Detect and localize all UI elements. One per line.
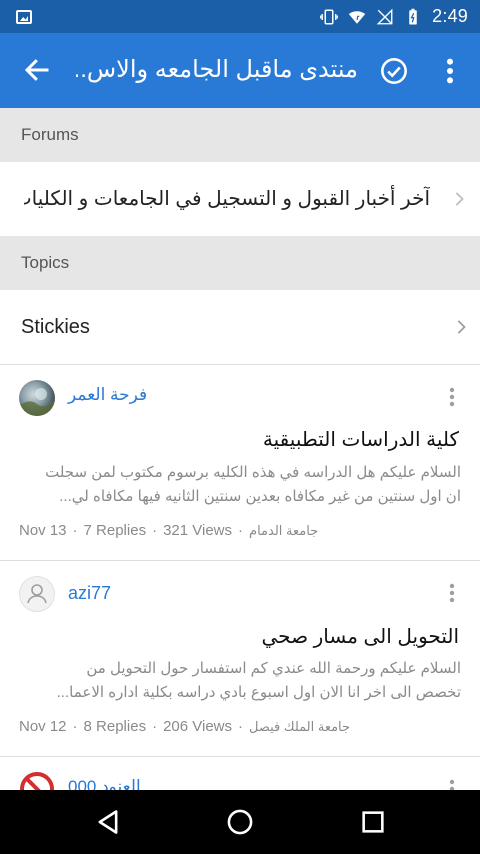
check-circle-icon[interactable] — [380, 57, 408, 85]
topic-forum: جامعة الملك فيصل — [249, 719, 351, 734]
recents-square-icon[interactable] — [359, 808, 387, 836]
more-vert-icon[interactable] — [442, 385, 462, 409]
topic-author[interactable]: فرحة العمر — [68, 385, 147, 405]
topic-excerpt-line: تخصص الى اخر انا الان اول اسبوع بادي درا… — [56, 684, 461, 701]
vibrate-icon — [320, 9, 339, 24]
topic-excerpt: السلام عليكم هل الدراسه في هذه الكليه بر… — [19, 461, 461, 509]
topic-date: Nov 12 — [19, 718, 67, 735]
topic-item[interactable]: العنود 000 — [0, 757, 480, 790]
topics-section-header: Topics — [0, 236, 480, 290]
avatar[interactable] — [19, 380, 55, 416]
topic-meta: Nov 13 · 7 Replies · 321 Views · جامعة الدمام — [19, 522, 319, 539]
topic-meta: Nov 12 · 8 Replies · 206 Views · جامعة الملك ف… — [19, 718, 351, 735]
forum-item[interactable]: آخر أخبار القبول و التسجيل في الجامعات و… — [0, 162, 480, 236]
topic-excerpt-line: السلام عليكم هل الدراسه في هذه الكليه بر… — [45, 464, 461, 481]
topic-views: 206 Views — [163, 718, 233, 735]
status-bar: 2:49 — [0, 0, 480, 33]
image-icon — [16, 10, 32, 24]
avatar-photo — [19, 388, 55, 416]
topic-author[interactable]: azi77 — [68, 583, 111, 604]
topic-author[interactable]: العنود 000 — [68, 777, 141, 790]
stickies-label: Stickies — [21, 316, 90, 338]
battery-icon — [409, 8, 417, 24]
topic-item[interactable]: فرحة العمر كلية الدراسات التطبيقية السلا… — [0, 365, 480, 560]
topic-title: كلية الدراسات التطبيقية — [262, 429, 459, 451]
topic-replies: 7 Replies — [83, 522, 147, 539]
topic-excerpt-line: ان اول سنتين من غير مكافاه بعدين سنتين ا… — [59, 488, 461, 505]
status-time: 2:49 — [432, 6, 468, 26]
topic-replies: 8 Replies — [83, 718, 147, 735]
no-entry-icon — [20, 772, 54, 790]
more-vert-icon[interactable] — [442, 581, 462, 605]
arrow-back-icon[interactable] — [22, 55, 52, 85]
forum-title: منتدى ماقبل الجامعه والاس... — [76, 56, 358, 83]
system-nav-bar — [0, 790, 480, 854]
no-signal-icon — [376, 8, 393, 24]
wifi-icon — [348, 10, 366, 24]
default-avatar-icon — [27, 584, 47, 604]
chevron-right-icon — [455, 192, 464, 206]
avatar[interactable] — [19, 576, 55, 612]
topic-date: Nov 13 — [19, 522, 67, 539]
topic-item[interactable]: azi77 التحويل الى مسار صحي السلام عليكم … — [0, 561, 480, 756]
topic-excerpt-line: السلام عليكم ورحمة الله عندي كم استفسار … — [86, 660, 461, 677]
topic-forum: جامعة الدمام — [249, 523, 319, 538]
forum-item-label: آخر أخبار القبول و التسجيل في الجامعات و… — [24, 188, 430, 210]
more-vert-icon[interactable] — [442, 777, 462, 790]
app-bar: منتدى ماقبل الجامعه والاس... — [0, 33, 480, 108]
back-triangle-icon[interactable] — [94, 808, 122, 836]
avatar[interactable] — [19, 771, 55, 790]
stickies-row[interactable]: Stickies — [0, 290, 480, 364]
forums-section-header: Forums — [0, 108, 480, 162]
status-icons: 2:49 — [320, 0, 468, 33]
chevron-right-icon — [457, 320, 466, 334]
topic-title: التحويل الى مسار صحي — [261, 626, 460, 648]
topic-excerpt: السلام عليكم ورحمة الله عندي كم استفسار … — [19, 657, 461, 705]
home-circle-icon[interactable] — [226, 808, 254, 836]
more-vert-icon[interactable] — [440, 57, 460, 85]
topic-views: 321 Views — [163, 522, 233, 539]
